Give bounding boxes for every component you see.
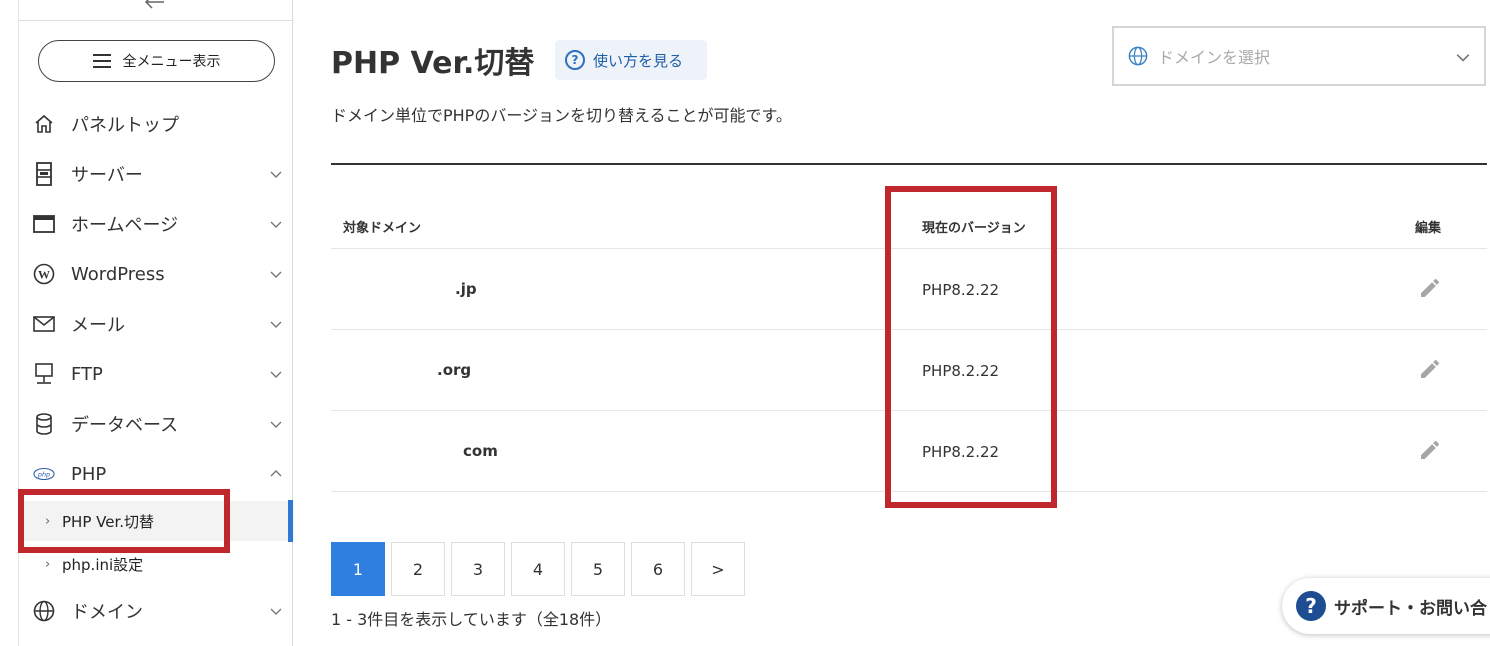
server-icon xyxy=(33,162,55,186)
page-description: ドメイン単位でPHPのバージョンを切り替えることが可能です。 xyxy=(331,106,792,125)
ftp-icon xyxy=(33,363,55,385)
active-indicator xyxy=(288,500,293,542)
domain-select[interactable]: ドメインを選択 xyxy=(1112,26,1486,86)
sidebar-item-server[interactable]: サーバー xyxy=(19,154,294,194)
back-arrow-icon[interactable] xyxy=(144,0,168,10)
divider xyxy=(331,163,1487,165)
mail-icon xyxy=(33,313,55,335)
domain-cell: com xyxy=(463,442,498,460)
all-menu-button[interactable]: 全メニュー表示 xyxy=(38,40,275,82)
sidebar-item-wordpress[interactable]: W WordPress xyxy=(19,254,294,294)
sidebar-subitem-label: php.ini設定 xyxy=(62,555,144,574)
question-icon: ? xyxy=(565,50,585,70)
page-button[interactable]: 3 xyxy=(451,542,505,596)
sidebar-item-label: サーバー xyxy=(71,165,143,186)
help-circle-icon: ? xyxy=(1296,591,1326,621)
chevron-down-icon xyxy=(270,371,282,378)
sidebar-item-label: データベース xyxy=(71,415,179,436)
column-header-domain: 対象ドメイン xyxy=(343,221,422,236)
sidebar-item-label: ドメイン xyxy=(71,602,143,623)
page-button[interactable]: 2 xyxy=(391,542,445,596)
sidebar-item-label: FTP xyxy=(71,363,103,385)
pencil-icon[interactable] xyxy=(1418,357,1442,381)
chevron-down-icon xyxy=(270,321,282,328)
highlight-box-sidebar xyxy=(18,489,230,553)
php-icon: php xyxy=(33,463,55,485)
chevron-down-icon xyxy=(270,608,282,615)
sidebar-item-database[interactable]: データベース xyxy=(19,404,294,444)
sidebar-item-domain[interactable]: ドメイン xyxy=(19,591,294,631)
sidebar-item-homepage[interactable]: ホームページ xyxy=(19,204,294,244)
domain-select-placeholder: ドメインを選択 xyxy=(1158,48,1271,67)
sidebar-item-php[interactable]: php PHP xyxy=(19,454,294,494)
chevron-down-icon xyxy=(1456,54,1470,62)
hamburger-icon xyxy=(92,54,111,68)
domain-cell: .org xyxy=(437,361,472,379)
sidebar-item-panel-top[interactable]: パネルトップ xyxy=(19,104,294,144)
php-icon-text: php xyxy=(37,471,50,479)
sidebar-item-mail[interactable]: メール xyxy=(19,304,294,344)
column-header-edit: 編集 xyxy=(1415,221,1442,236)
support-button[interactable]: ? サポート・お問い合 xyxy=(1282,578,1490,634)
page-button[interactable]: 6 xyxy=(631,542,685,596)
page-button[interactable]: 5 xyxy=(571,542,625,596)
page-title: PHP Ver.切替 xyxy=(331,46,535,81)
pencil-icon[interactable] xyxy=(1418,276,1442,300)
sidebar-item-label: PHP xyxy=(71,463,107,485)
all-menu-label: 全メニュー表示 xyxy=(122,54,221,70)
chevron-down-icon xyxy=(270,221,282,228)
page-button[interactable]: 1 xyxy=(331,542,385,596)
sidebar-item-label: ホームページ xyxy=(71,215,179,236)
sidebar-item-label: メール xyxy=(71,315,125,336)
chevron-up-icon xyxy=(270,470,282,477)
chevron-down-icon xyxy=(270,271,282,278)
next-page-button[interactable]: > xyxy=(691,542,745,596)
support-label: サポート・お問い合 xyxy=(1334,598,1487,619)
globe-icon xyxy=(1128,46,1148,66)
pagination: 1 2 3 4 5 6 > xyxy=(331,542,745,596)
sidebar-item-ftp[interactable]: FTP xyxy=(19,354,294,394)
chevron-down-icon xyxy=(270,171,282,178)
help-label: 使い方を見る xyxy=(593,51,684,70)
divider xyxy=(19,20,294,21)
database-icon xyxy=(33,413,55,435)
chevron-right-icon: › xyxy=(45,556,51,572)
pencil-icon[interactable] xyxy=(1418,438,1442,462)
browser-icon xyxy=(33,213,55,235)
home-icon xyxy=(33,113,55,135)
chevron-down-icon xyxy=(270,421,282,428)
svg-text:W: W xyxy=(38,268,50,282)
result-count: 1 - 3件目を表示しています（全18件） xyxy=(331,610,612,629)
page-button[interactable]: 4 xyxy=(511,542,565,596)
globe-icon xyxy=(33,600,55,622)
domain-cell: .jp xyxy=(455,280,477,298)
sidebar-item-label: WordPress xyxy=(71,263,165,285)
highlight-box-version xyxy=(885,186,1057,508)
wordpress-icon: W xyxy=(33,263,55,285)
help-button[interactable]: ? 使い方を見る xyxy=(555,40,707,80)
sidebar-item-label: パネルトップ xyxy=(71,115,179,136)
